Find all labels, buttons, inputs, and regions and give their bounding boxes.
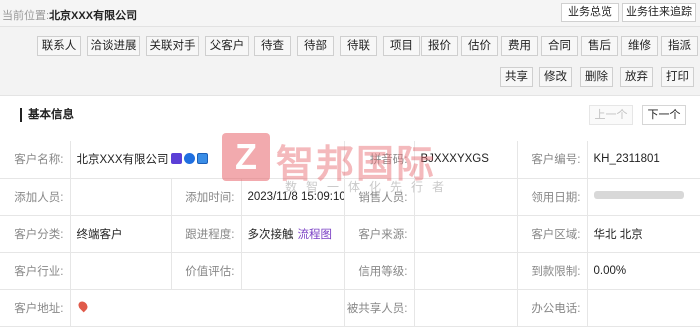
shared-with-value: [413, 288, 518, 327]
assign-button[interactable]: 指派: [661, 36, 698, 56]
after-sales-button[interactable]: 售后: [581, 36, 618, 56]
source-label: 客户来源:: [343, 214, 415, 253]
customer-no-label: 客户编号:: [516, 141, 588, 179]
table-row: 客户分类: 终端客户 跟进程度: 多次接触 流程图 客户来源: 客户区域: 华北 …: [0, 214, 700, 253]
value-eval-value: [240, 251, 345, 290]
claim-date-value: [586, 177, 700, 216]
customer-name-value: 北京XXX有限公司: [76, 154, 169, 167]
breadcrumb-current: 北京XXX有限公司: [49, 10, 138, 22]
expense-button[interactable]: 费用: [501, 36, 538, 56]
value-eval-label: 价值评估:: [170, 251, 242, 290]
top-bar: 当前位置:北京XXX有限公司 业务总览 业务往来追踪: [0, 0, 700, 27]
credit-label: 信用等级:: [343, 251, 415, 290]
region-value: 华北 北京: [586, 214, 700, 253]
todo-contact-button[interactable]: 待联: [340, 36, 377, 56]
source-value: [413, 214, 518, 253]
redacted-block: [593, 190, 684, 199]
estimate-button[interactable]: 估价: [461, 36, 498, 56]
share-button[interactable]: 共享: [500, 67, 533, 87]
customer-no-value: KH_2311801: [586, 141, 700, 179]
credit-value: [413, 251, 518, 290]
next-record-button[interactable]: 下一个: [642, 105, 686, 125]
watermark-logo-icon: [222, 133, 270, 181]
claim-date-label: 领用日期:: [516, 177, 588, 216]
print-button[interactable]: 打印: [661, 67, 694, 87]
edit-button[interactable]: 修改: [539, 67, 572, 87]
address-cell: [69, 288, 345, 327]
prev-record-button[interactable]: 上一个: [589, 105, 633, 125]
map-pin-icon[interactable]: [76, 299, 89, 312]
negotiation-progress-button[interactable]: 洽谈进展: [87, 36, 140, 56]
category-label: 客户分类:: [0, 214, 71, 253]
table-row: 客户行业: 价值评估: 信用等级: 到款限制: 0.00%: [0, 251, 700, 290]
todo-check-button[interactable]: 待查: [254, 36, 291, 56]
section-title: 基本信息: [20, 108, 74, 122]
abandon-button[interactable]: 放弃: [620, 67, 653, 87]
qq-icon[interactable]: [183, 153, 195, 165]
breadcrumb-label: 当前位置:: [2, 10, 50, 22]
added-by-label: 添加人员:: [0, 177, 71, 216]
progress-cell: 多次接触 流程图: [240, 214, 345, 253]
table-row: 客户地址: 被共享人员: 办公电话:: [0, 288, 700, 327]
breadcrumb: 当前位置:北京XXX有限公司: [2, 7, 137, 23]
industry-value: [69, 251, 172, 290]
parent-customer-button[interactable]: 父客户: [205, 36, 249, 56]
related-competitor-button[interactable]: 关联对手: [146, 36, 199, 56]
business-overview-button[interactable]: 业务总览: [561, 3, 619, 22]
contract-button[interactable]: 合同: [541, 36, 578, 56]
todo-dept-button[interactable]: 待部: [297, 36, 334, 56]
category-value: 终端客户: [69, 214, 172, 253]
contacts-button[interactable]: 联系人: [37, 36, 81, 56]
office-phone-value: [586, 288, 700, 327]
shared-with-label: 被共享人员:: [343, 288, 415, 327]
payment-limit-label: 到款限制:: [516, 251, 588, 290]
progress-label: 跟进程度:: [170, 214, 242, 253]
business-tracking-button[interactable]: 业务往来追踪: [622, 3, 696, 22]
customer-name-label: 客户名称:: [0, 141, 71, 179]
office-phone-label: 办公电话:: [516, 288, 588, 327]
address-label: 客户地址:: [0, 288, 71, 327]
wechat-icon[interactable]: [170, 153, 182, 165]
added-time-label: 添加时间:: [170, 177, 242, 216]
quote-button[interactable]: 报价: [421, 36, 458, 56]
repair-button[interactable]: 维修: [621, 36, 658, 56]
progress-value: 多次接触: [247, 228, 294, 241]
region-label: 客户区域:: [516, 214, 588, 253]
project-button[interactable]: 项目: [383, 36, 420, 56]
added-by-value: [69, 177, 172, 216]
flowchart-link[interactable]: 流程图: [298, 229, 333, 241]
industry-label: 客户行业:: [0, 251, 71, 290]
payment-limit-value: 0.00%: [586, 251, 700, 290]
watermark-subtext: 数智一体化先行者: [285, 180, 454, 194]
delete-button[interactable]: 删除: [580, 67, 613, 87]
web-icon[interactable]: [196, 153, 208, 165]
action-toolbar: 联系人 洽谈进展 关联对手 父客户 待查 待部 待联 项目 报价 估价 费用 合…: [0, 27, 700, 94]
basic-info-panel: 基本信息 上一个 下一个 客户名称: 北京XXX有限公司 拼音码: BJXXXY…: [0, 95, 700, 327]
